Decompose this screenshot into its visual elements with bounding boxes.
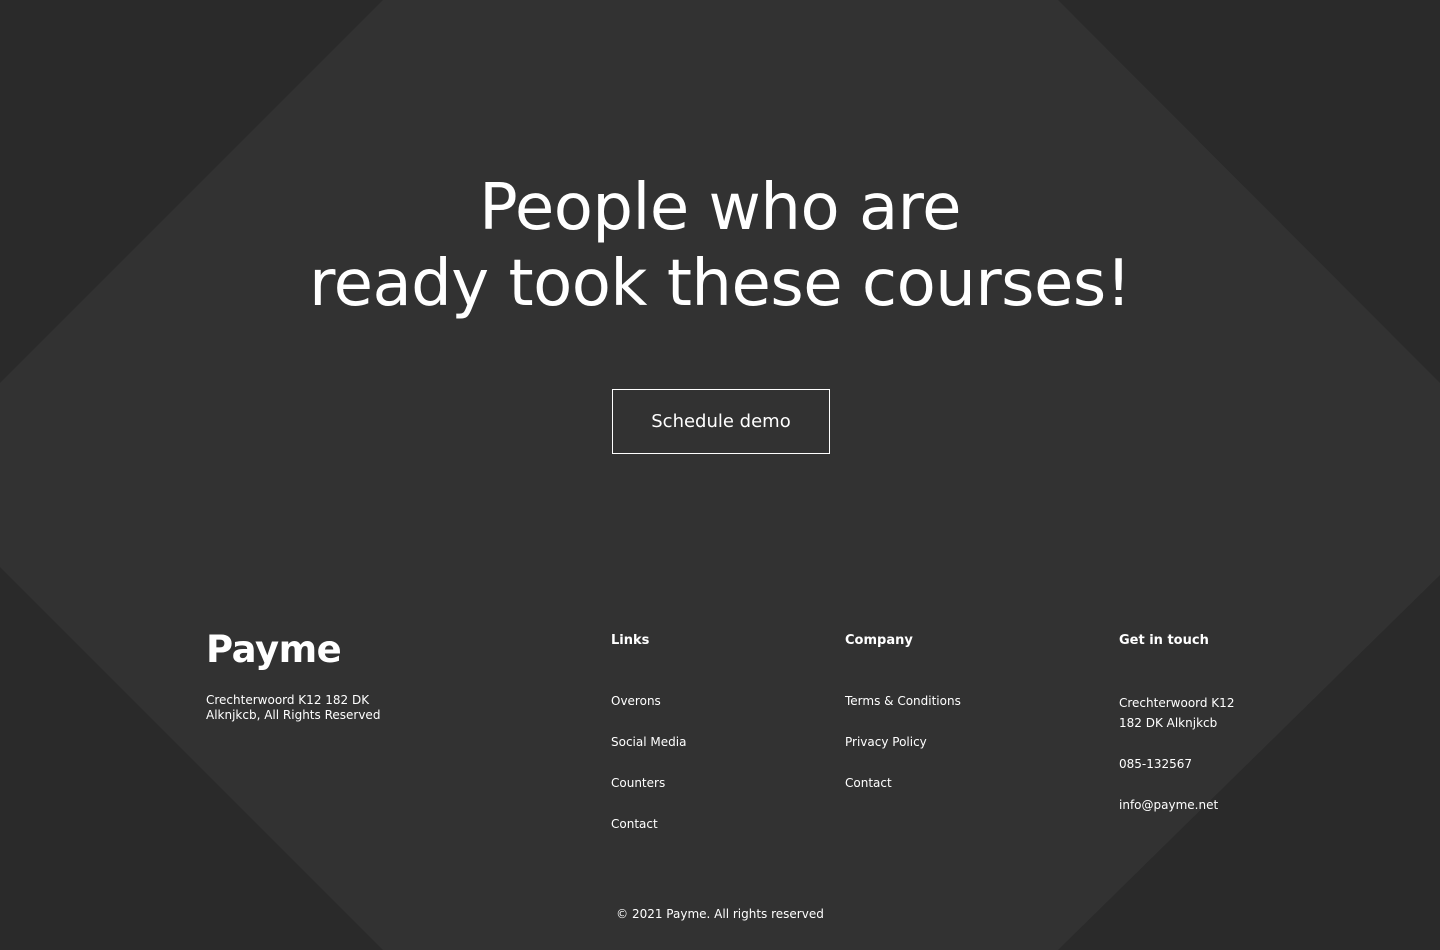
links-heading: Links bbox=[611, 633, 650, 648]
link-social-media[interactable]: Social Media bbox=[611, 735, 686, 750]
links-list: Overons Social Media Counters Contact bbox=[611, 694, 686, 832]
footer-company-column: Company Terms & Conditions Privacy Polic… bbox=[845, 633, 961, 791]
company-list: Terms & Conditions Privacy Policy Contac… bbox=[845, 694, 961, 791]
brand-address: Crechterwoord K12 182 DK Alknjkcb, All R… bbox=[206, 693, 446, 723]
payme-logo[interactable]: Payme bbox=[206, 628, 342, 672]
contact-details: Crechterwoord K12 182 DK Alknjkcb 085-13… bbox=[1119, 693, 1234, 815]
hero-heading: People who are ready took these courses! bbox=[0, 170, 1440, 322]
brand-address-line2: Alknjkcb, All Rights Reserved bbox=[206, 708, 381, 722]
hero-heading-line1: People who are bbox=[479, 171, 961, 245]
link-contact[interactable]: Contact bbox=[611, 817, 686, 832]
hero-heading-line2: ready took these courses! bbox=[309, 247, 1131, 321]
contact-address-line2: 182 DK Alknjkcb bbox=[1119, 716, 1218, 730]
contact-heading: Get in touch bbox=[1119, 633, 1209, 648]
company-heading: Company bbox=[845, 633, 913, 648]
contact-phone[interactable]: 085-132567 bbox=[1119, 754, 1234, 774]
link-privacy-policy[interactable]: Privacy Policy bbox=[845, 735, 961, 750]
link-counters[interactable]: Counters bbox=[611, 776, 686, 791]
contact-address: Crechterwoord K12 182 DK Alknjkcb bbox=[1119, 693, 1234, 733]
brand-address-line1: Crechterwoord K12 182 DK bbox=[206, 693, 370, 707]
contact-address-line1: Crechterwoord K12 bbox=[1119, 696, 1235, 710]
schedule-demo-button[interactable]: Schedule demo bbox=[612, 389, 830, 454]
contact-email[interactable]: info@payme.net bbox=[1119, 795, 1234, 815]
footer-contact-column: Get in touch Crechterwoord K12 182 DK Al… bbox=[1119, 633, 1234, 815]
link-company-contact[interactable]: Contact bbox=[845, 776, 961, 791]
link-terms-conditions[interactable]: Terms & Conditions bbox=[845, 694, 961, 709]
copyright-text: © 2021 Payme. All rights reserved bbox=[616, 907, 824, 921]
footer-links-column: Links Overons Social Media Counters Cont… bbox=[611, 633, 686, 832]
link-overons[interactable]: Overons bbox=[611, 694, 686, 709]
